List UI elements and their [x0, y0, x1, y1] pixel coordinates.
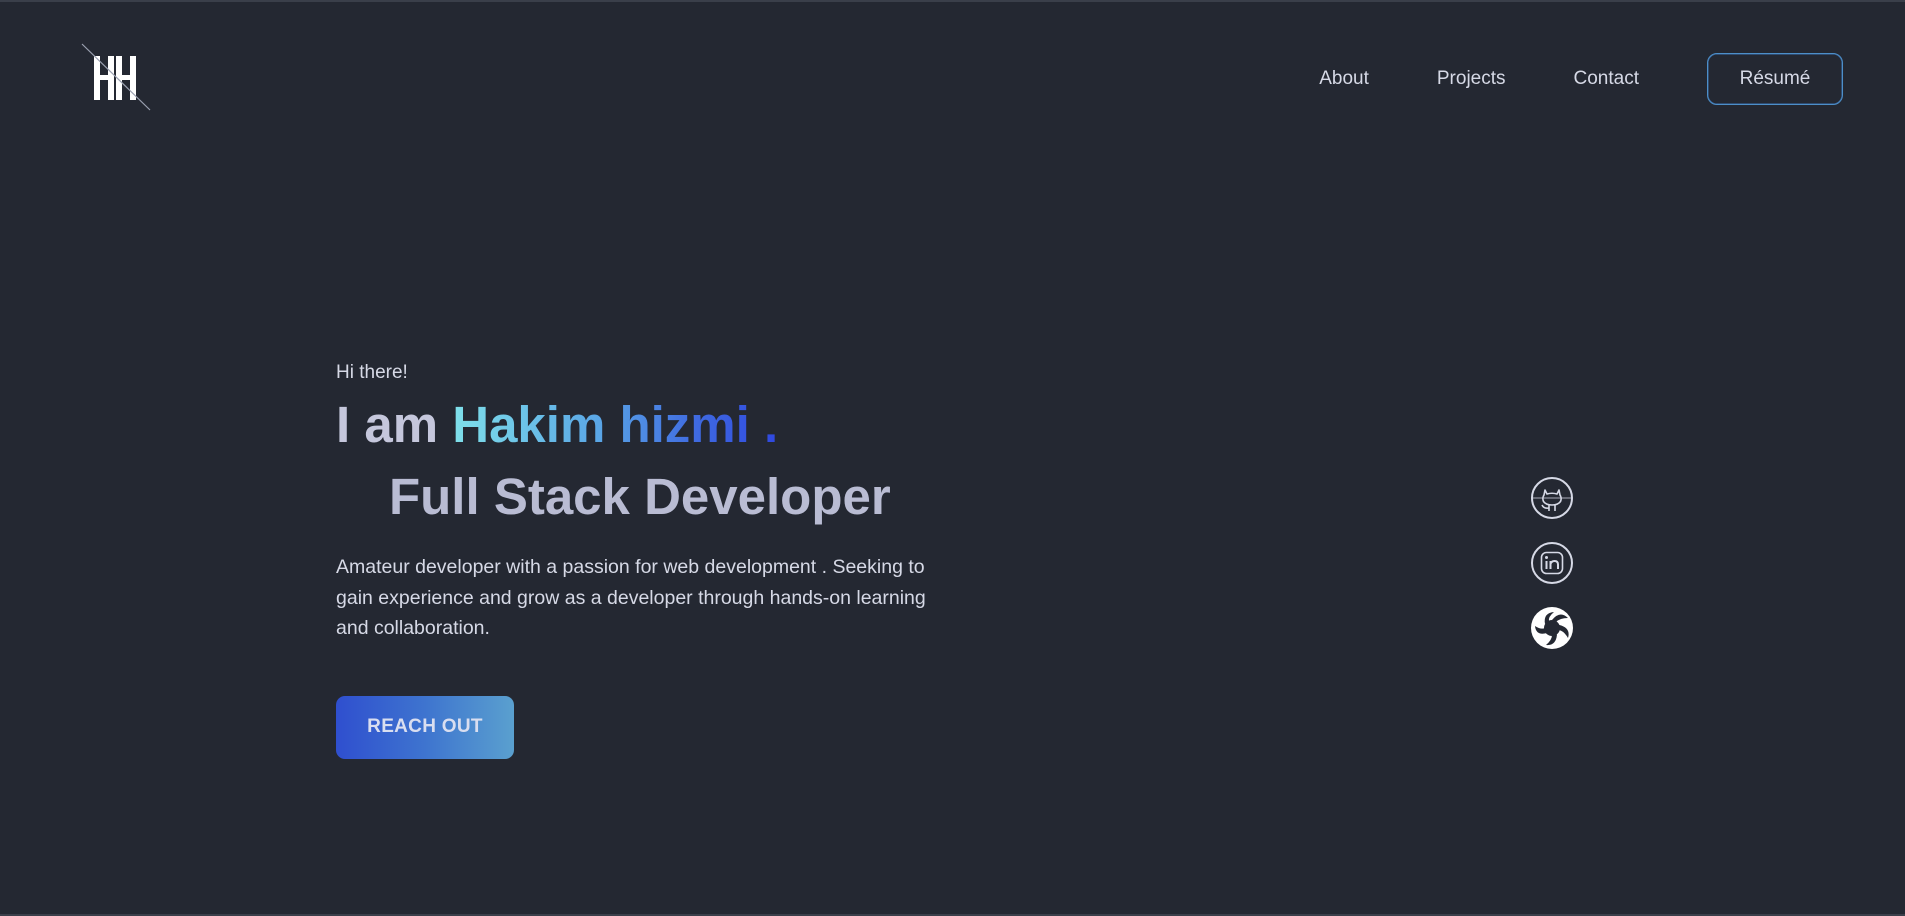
- linkedin-link[interactable]: [1530, 541, 1574, 585]
- headline: I am Hakim hizmi .: [336, 394, 976, 456]
- linkedin-icon: [1531, 542, 1573, 584]
- logo[interactable]: [80, 40, 154, 114]
- github-link[interactable]: [1530, 476, 1574, 520]
- main-nav: About Projects Contact Résumé: [1319, 53, 1843, 105]
- social-links: [1530, 476, 1574, 671]
- openai-link[interactable]: [1530, 606, 1574, 650]
- headline-prefix: I am: [336, 396, 439, 453]
- openai-icon: [1531, 607, 1573, 649]
- hero-section: Hi there! I am Hakim hizmi . Full Stack …: [336, 362, 976, 759]
- hero-description: Amateur developer with a passion for web…: [336, 556, 926, 639]
- headline-name: Hakim hizmi .: [452, 396, 779, 453]
- nav-contact-link[interactable]: Contact: [1574, 68, 1639, 90]
- resume-button[interactable]: Résumé: [1707, 53, 1843, 105]
- greeting-text: Hi there!: [336, 362, 408, 383]
- nav-about-link[interactable]: About: [1319, 68, 1369, 90]
- page: About Projects Contact Résumé Hi there! …: [0, 0, 1905, 916]
- github-icon: [1531, 477, 1573, 519]
- reach-out-button[interactable]: REACH OUT: [336, 695, 514, 759]
- role-title: Full Stack Developer: [389, 468, 891, 525]
- logo-mark-icon: [81, 43, 151, 111]
- nav-projects-link[interactable]: Projects: [1437, 68, 1506, 90]
